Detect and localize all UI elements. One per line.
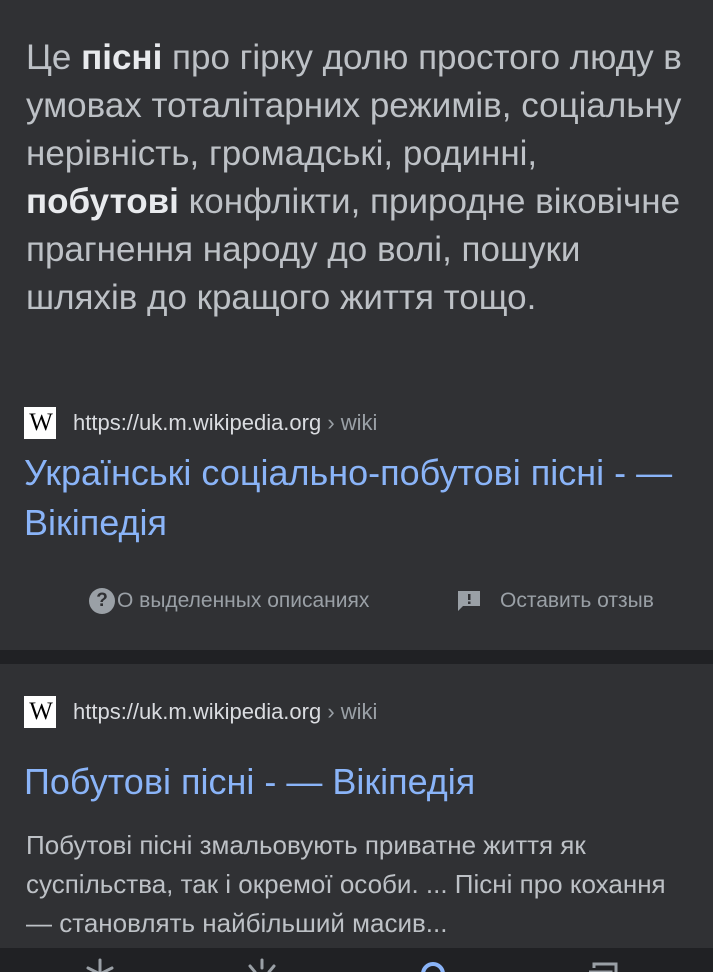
- feedback-label: Оставить отзыв: [500, 589, 654, 612]
- card-divider: [0, 650, 713, 664]
- result-url: https://uk.m.wikipedia.org › wiki: [73, 699, 377, 725]
- snippet-actions: ? О выделенных описаниях Оставить отзыв: [0, 583, 713, 619]
- wikipedia-favicon-icon: W: [24, 407, 56, 439]
- about-label: О выделенных описаниях: [117, 589, 370, 612]
- search-icon[interactable]: [413, 956, 453, 972]
- url-domain: https://uk.m.wikipedia.org: [73, 410, 322, 435]
- favicon-letter: W: [29, 698, 53, 725]
- wikipedia-favicon-icon: W: [24, 696, 56, 728]
- result-description: Побутові пісні змальовують приватне житт…: [26, 830, 666, 938]
- about-featured-snippets-button[interactable]: ? О выделенных описаниях: [89, 583, 369, 619]
- discover-icon[interactable]: [80, 956, 120, 972]
- bottom-navigation: [0, 948, 713, 972]
- collections-icon[interactable]: [584, 956, 624, 972]
- result-title-link[interactable]: Побутові пісні - — Вікіпедія: [24, 757, 694, 807]
- featured-snippet-card: Це пісні про гірку долю простого люду в …: [0, 0, 713, 650]
- snippet-text-part: Це: [26, 38, 82, 77]
- result-source[interactable]: W https://uk.m.wikipedia.org › wiki: [24, 696, 377, 728]
- result-title-link[interactable]: Українські соціально-побутові пісні - — …: [24, 448, 694, 548]
- result-url: https://uk.m.wikipedia.org › wiki: [73, 410, 377, 436]
- favicon-letter: W: [29, 409, 53, 436]
- feedback-icon: [458, 591, 480, 611]
- updates-icon[interactable]: [242, 956, 282, 972]
- snippet-highlight: пісні: [81, 38, 163, 77]
- feedback-button[interactable]: Оставить отзыв: [456, 583, 654, 619]
- snippet-highlight: побутові: [26, 182, 179, 221]
- result-source[interactable]: W https://uk.m.wikipedia.org › wiki: [24, 407, 377, 439]
- featured-snippet-text: Це пісні про гірку долю простого люду в …: [26, 34, 696, 322]
- help-circle-icon: ?: [89, 588, 115, 614]
- url-breadcrumb: › wiki: [321, 699, 378, 724]
- url-domain: https://uk.m.wikipedia.org: [73, 699, 322, 724]
- url-breadcrumb: › wiki: [321, 410, 378, 435]
